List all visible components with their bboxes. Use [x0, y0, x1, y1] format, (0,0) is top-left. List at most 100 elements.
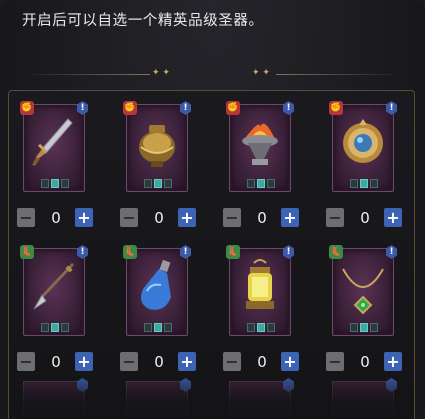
artifact-card[interactable]: 👢 !: [226, 245, 294, 336]
star-pips: [41, 179, 69, 188]
quantity-stepper: − 0 +: [17, 208, 93, 228]
pip: [370, 179, 378, 188]
quantity-value: 0: [154, 209, 164, 227]
star-pips: [144, 323, 172, 332]
ornament-divider: ✦ ✦ ✦ ✦: [32, 68, 394, 78]
divider-line-left: [32, 74, 150, 75]
quantity-value: 0: [257, 209, 267, 227]
star-pips: [350, 179, 378, 188]
pip: [61, 323, 69, 332]
pip: [144, 179, 152, 188]
decrement-button[interactable]: −: [17, 352, 35, 371]
divider-line-right: [276, 74, 394, 75]
artifact-card-partial: [229, 378, 294, 419]
quantity-value: 0: [51, 209, 61, 227]
increment-button[interactable]: +: [281, 208, 299, 227]
dagger-icon: [32, 118, 73, 166]
decrement-button[interactable]: −: [17, 208, 35, 227]
star-pips: [41, 323, 69, 332]
artifact-card-partial: [23, 378, 88, 419]
pip: [360, 179, 368, 188]
artifact-card[interactable]: 👢 !: [329, 245, 397, 336]
info-label: !: [183, 247, 188, 257]
increment-button[interactable]: +: [384, 352, 402, 371]
info-label: !: [80, 103, 85, 113]
info-label: !: [80, 247, 85, 257]
artifact-card[interactable]: ✊ !: [329, 101, 397, 192]
quantity-value: 0: [154, 353, 164, 371]
emerald-necklace-icon: [342, 268, 384, 315]
artifact-card-partial: [332, 378, 397, 419]
decrement-button[interactable]: −: [326, 208, 344, 227]
pip: [51, 179, 59, 188]
pip: [257, 323, 265, 332]
lantern-icon: [246, 259, 274, 309]
pip: [41, 179, 49, 188]
increment-button[interactable]: +: [75, 208, 93, 227]
increment-button[interactable]: +: [384, 208, 402, 227]
pip: [257, 179, 265, 188]
pip: [144, 323, 152, 332]
quantity-value: 0: [360, 209, 370, 227]
dialog-description: 开启后可以自选一个精英品级圣器。: [22, 13, 264, 29]
star-pips: [350, 323, 378, 332]
pip: [350, 323, 358, 332]
pip: [370, 323, 378, 332]
artifact-card[interactable]: ✊ !: [123, 101, 191, 192]
quantity-stepper: − 0 +: [223, 208, 299, 228]
pip: [267, 179, 275, 188]
artifact-select-dialog: 开启后可以自选一个精英品级圣器。 ✦ ✦ ✦ ✦ ✊ ! − 0 + ✊ ! −…: [0, 0, 425, 419]
increment-button[interactable]: +: [178, 208, 196, 227]
decrement-button[interactable]: −: [223, 352, 241, 371]
decrement-button[interactable]: −: [326, 352, 344, 371]
artifact-card[interactable]: 👢 !: [123, 245, 191, 336]
pip: [164, 323, 172, 332]
pip: [61, 179, 69, 188]
pip: [247, 323, 255, 332]
artifact-grid-panel: ✊ ! − 0 + ✊ ! − 0 + ✊ ! − 0 + ✊ ! − 0 + …: [8, 90, 415, 419]
quantity-value: 0: [360, 353, 370, 371]
pip: [267, 323, 275, 332]
star-pips: [247, 323, 275, 332]
star-pips: [144, 179, 172, 188]
quantity-value: 0: [51, 353, 61, 371]
pip: [360, 323, 368, 332]
potion-bottle-icon: [141, 259, 171, 310]
quantity-stepper: − 0 +: [120, 352, 196, 372]
artifact-card[interactable]: ✊ !: [20, 101, 88, 192]
pip: [154, 179, 162, 188]
quantity-stepper: − 0 +: [326, 208, 402, 228]
decrement-button[interactable]: −: [120, 208, 138, 227]
info-label: !: [286, 103, 291, 113]
increment-button[interactable]: +: [281, 352, 299, 371]
info-label: !: [389, 247, 394, 257]
quantity-stepper: − 0 +: [326, 352, 402, 372]
pip: [41, 323, 49, 332]
decrement-button[interactable]: −: [223, 208, 241, 227]
quantity-stepper: − 0 +: [120, 208, 196, 228]
quantity-value: 0: [257, 353, 267, 371]
info-label: !: [389, 103, 394, 113]
artifact-card[interactable]: ✊ !: [226, 101, 294, 192]
increment-button[interactable]: +: [178, 352, 196, 371]
quantity-stepper: − 0 +: [223, 352, 299, 372]
divider-ornament-right: ✦ ✦: [252, 68, 270, 78]
pip: [154, 323, 162, 332]
increment-button[interactable]: +: [75, 352, 93, 371]
decrement-button[interactable]: −: [120, 352, 138, 371]
spear-icon: [33, 263, 74, 310]
pip: [164, 179, 172, 188]
golden-urn-icon: [139, 125, 175, 167]
info-label: !: [286, 247, 291, 257]
pip: [350, 179, 358, 188]
fire-brazier-icon: [242, 123, 278, 165]
jewel-medallion-icon: [343, 119, 383, 163]
star-pips: [247, 179, 275, 188]
quantity-stepper: − 0 +: [17, 352, 93, 372]
info-label: !: [183, 103, 188, 113]
divider-ornament-left: ✦ ✦: [152, 68, 170, 78]
pip: [51, 323, 59, 332]
artifact-card[interactable]: 👢 !: [20, 245, 88, 336]
artifact-card-partial: [126, 378, 191, 419]
pip: [247, 179, 255, 188]
